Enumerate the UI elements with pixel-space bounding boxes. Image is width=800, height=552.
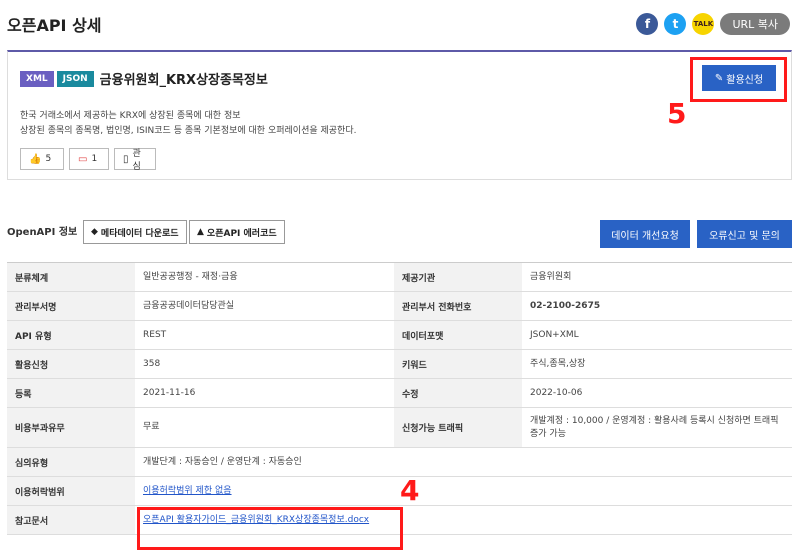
table-value-cell: 02-2100-2675	[530, 300, 601, 311]
table-value-cell: 2022-10-06	[530, 387, 583, 398]
table-header-cell: 키워드	[394, 350, 522, 378]
highlight-box-reference	[137, 507, 403, 550]
highlight-box-apply	[690, 57, 787, 102]
warning-icon: ▲	[197, 227, 204, 237]
table-value-cell: 개발단계 : 자동승인 / 운영단계 : 자동승인	[143, 456, 302, 467]
interest-button[interactable]: ▯ 관심	[114, 148, 156, 172]
tag-icon: ◆	[91, 227, 98, 237]
thumbs-up-icon: 👍	[29, 153, 42, 165]
table-header-cell: 제공기관	[394, 263, 522, 291]
table-header-cell: API 유형	[7, 321, 135, 349]
table-row: 비용부과유무 무료 신청가능 트래픽 개발계정 : 10,000 / 운영계정 …	[7, 408, 792, 448]
table-header-cell: 관리부서명	[7, 292, 135, 320]
dislike-count: 1	[91, 154, 98, 164]
data-improve-button[interactable]: 데이터 개선요청	[600, 220, 690, 248]
page-header: 오픈API 상세 f t TALK URL 복사	[0, 0, 800, 50]
table-value-cell: 358	[143, 358, 161, 369]
table-header-cell: 분류체계	[7, 263, 135, 291]
table-header-cell: 심의유형	[7, 448, 135, 476]
table-value-cell: 무료	[143, 422, 160, 432]
json-badge: JSON	[56, 70, 94, 87]
speech-bubble-icon: ▭	[78, 153, 88, 165]
table-row: 심의유형 개발단계 : 자동승인 / 운영단계 : 자동승인	[7, 448, 792, 477]
table-value-cell: 일반공공행정 - 재정·금융	[143, 271, 238, 282]
table-header-cell: 관리부서 전화번호	[394, 292, 522, 320]
annotation-number-5: 5	[667, 97, 687, 130]
table-header-cell: 이용허락범위	[7, 477, 135, 505]
openapi-info-label: OpenAPI 정보	[7, 227, 78, 238]
interest-label: 관심	[132, 149, 141, 172]
table-value-cell: 이용허락범위 제한 없음	[135, 477, 792, 505]
table-header-cell: 활용신청	[7, 350, 135, 378]
description-line: 상장된 종목의 종목명, 법인명, ISIN코드 등 종목 기본정보에 대한 오…	[20, 126, 357, 136]
table-row: API 유형 REST 데이터포맷 JSON+XML	[7, 321, 792, 350]
openapi-info-bar: OpenAPI 정보 ◆ 메타데이터 다운로드 ▲ 오픈API 에러코드 데이터…	[7, 220, 792, 248]
twitter-icon[interactable]: t	[664, 13, 687, 35]
table-value-cell: REST	[143, 329, 167, 340]
share-bar: f t TALK URL 복사	[630, 13, 790, 35]
table-value-cell: 금융위원회	[530, 271, 572, 282]
dislike-button[interactable]: ▭ 1	[69, 148, 109, 170]
table-value-cell: 금융공공데이터담당관실	[143, 300, 235, 311]
table-row: 등록 2021-11-16 수정 2022-10-06	[7, 379, 792, 408]
api-description: 한국 거래소에서 제공하는 KRX에 상장된 종목에 대한 정보 상장된 종목의…	[20, 109, 356, 139]
table-row: 분류체계 일반공공행정 - 재정·금융 제공기관 금융위원회	[7, 263, 792, 292]
table-header-cell: 신청가능 트래픽	[394, 408, 522, 447]
like-button[interactable]: 👍 5	[20, 148, 64, 170]
table-value-cell: 주식,종목,상장	[530, 358, 586, 369]
facebook-icon[interactable]: f	[636, 13, 659, 35]
license-link[interactable]: 이용허락범위 제한 없음	[143, 485, 232, 498]
table-header-cell: 데이터포맷	[394, 321, 522, 349]
url-copy-button[interactable]: URL 복사	[720, 13, 790, 35]
annotation-number-4: 4	[400, 474, 420, 507]
table-value-cell: JSON+XML	[530, 329, 579, 340]
table-value-cell: 2021-11-16	[143, 387, 196, 398]
error-report-button[interactable]: 오류신고 및 문의	[697, 220, 792, 248]
error-code-label: 오픈API 에러코드	[206, 228, 277, 239]
xml-badge: XML	[20, 70, 54, 87]
page-title: 오픈API 상세	[7, 16, 102, 35]
table-header-cell: 비용부과유무	[7, 408, 135, 447]
api-name: 금융위원회_KRX상장종목정보	[99, 73, 268, 88]
table-header-cell: 참고문서	[7, 506, 135, 534]
table-header-cell: 수정	[394, 379, 522, 407]
reaction-bar: 👍 5 ▭ 1 ▯ 관심	[20, 148, 161, 172]
api-title-row: XML JSON 금융위원회_KRX상장종목정보	[20, 69, 268, 88]
table-value-cell: 개발계정 : 10,000 / 운영계정 : 활용사례 등록시 신청하면 트래픽…	[530, 415, 779, 439]
table-row: 관리부서명 금융공공데이터담당관실 관리부서 전화번호 02-2100-2675	[7, 292, 792, 321]
like-count: 5	[45, 154, 52, 164]
bookmark-icon: ▯	[123, 153, 129, 165]
metadata-download-label: 메타데이터 다운로드	[100, 228, 179, 239]
error-code-button[interactable]: ▲ 오픈API 에러코드	[189, 220, 285, 244]
metadata-download-button[interactable]: ◆ 메타데이터 다운로드	[83, 220, 187, 244]
description-line: 한국 거래소에서 제공하는 KRX에 상장된 종목에 대한 정보	[20, 111, 241, 121]
table-row: 활용신청 358 키워드 주식,종목,상장	[7, 350, 792, 379]
kakaotalk-icon[interactable]: TALK	[692, 13, 715, 35]
table-header-cell: 등록	[7, 379, 135, 407]
